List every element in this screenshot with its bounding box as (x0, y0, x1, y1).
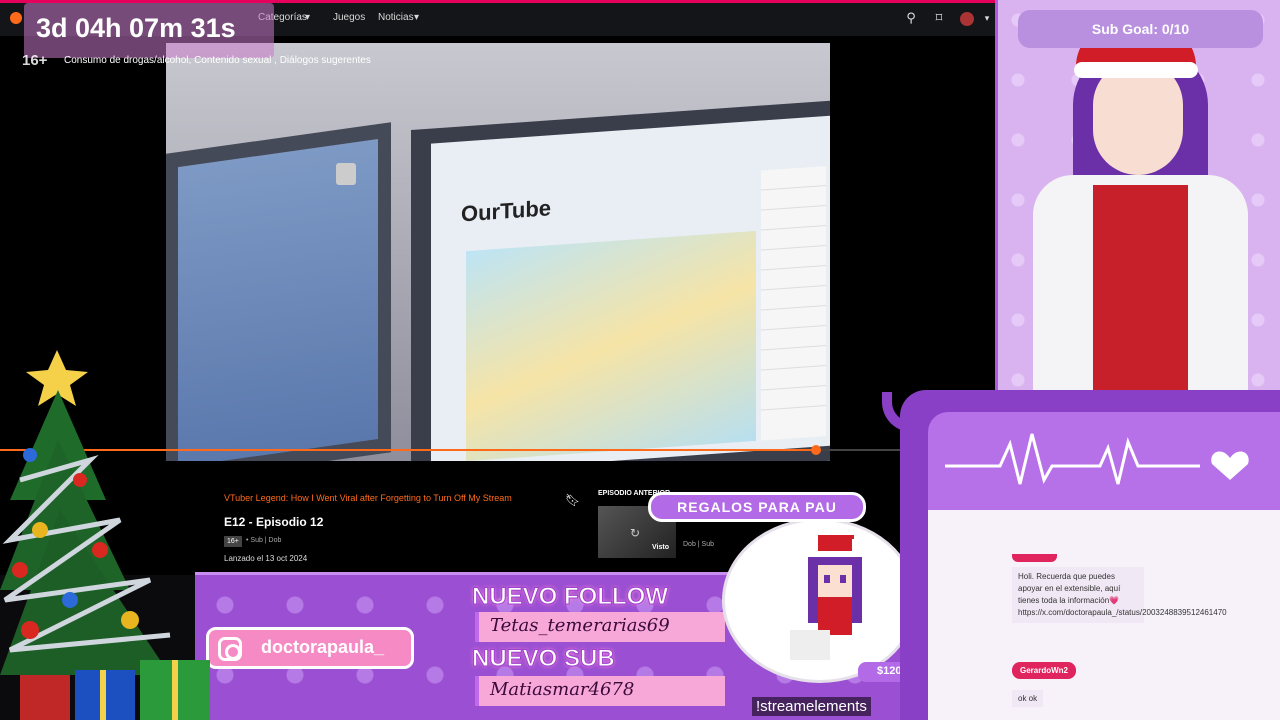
heartbeat-icon (945, 433, 1249, 485)
progress-handle[interactable] (811, 445, 821, 455)
chat-user-message: ok ok (1012, 690, 1044, 707)
previous-meta: Dob | Sub (683, 541, 715, 548)
chevron-down-icon: ▾ (305, 12, 311, 23)
chat-message: Holi. Recuerda que puedes apoyar en el e… (1012, 567, 1227, 623)
seen-label: Visto (652, 544, 669, 551)
monitor-right: OurTube (411, 99, 830, 461)
ourtube-logo: OurTube (461, 195, 552, 227)
hdd-icon (336, 163, 356, 185)
stream-preview (466, 230, 756, 461)
release-date: Lanzado el 13 oct 2024 (224, 554, 308, 563)
santa-hat-brim (1074, 62, 1198, 78)
bookmark-icon[interactable]: ⌑ (932, 12, 946, 26)
pixel-character-icon (790, 535, 864, 660)
nav-news[interactable]: Noticias (378, 12, 414, 23)
christmas-tree-icon (0, 350, 210, 720)
video-player[interactable]: OurTube (166, 43, 830, 461)
streamelements-label: !streamelements (752, 697, 871, 716)
video-chat-list (761, 166, 826, 441)
chat-username: GerardoWn2 (1012, 662, 1077, 679)
series-title[interactable]: VTuber Legend: How I Went Viral after Fo… (224, 493, 512, 503)
avatar[interactable] (960, 12, 974, 26)
age-badge: 16+ (224, 536, 242, 547)
chevron-down-icon: ▾ (414, 12, 420, 23)
audio-meta: • Sub | Dob (246, 537, 282, 544)
stream-screen: Categorías ▾ Juegos Noticias ▾ ⚲ ⌑ ▾ Our… (0, 0, 1280, 720)
rating-age: 16+ (22, 52, 48, 69)
chat-pink-tab (1012, 554, 1057, 562)
avatar-dress (1093, 185, 1188, 390)
character-panel: Sub Goal: 0/10 (995, 0, 1280, 390)
new-sub-label: NUEVO SUB (472, 645, 616, 673)
new-follow-label: NUEVO FOLLOW (472, 583, 669, 611)
countdown-timer: 3d 04h 07m 31s (24, 3, 274, 58)
new-follow-name: Tetas_temerarias69 (490, 615, 670, 636)
chevron-down-icon[interactable]: ▾ (980, 12, 994, 26)
nav-games[interactable]: Juegos (333, 12, 365, 23)
replay-icon: ↻ (630, 526, 641, 540)
sub-goal: Sub Goal: 0/10 (1018, 10, 1263, 48)
new-sub-name: Matiasmar4678 (490, 679, 635, 700)
rating-description: Consumo de drogas/alcohol, Contenido sex… (64, 55, 371, 66)
instagram-icon (218, 637, 242, 661)
gifts-label: REGALOS PARA PAU (648, 492, 866, 522)
search-icon[interactable]: ⚲ (904, 12, 918, 26)
episode-title: E12 - Episodio 12 (224, 515, 324, 529)
bookmark-icon[interactable]: 🔖︎ (565, 493, 580, 507)
site-logo-icon[interactable] (10, 12, 22, 24)
